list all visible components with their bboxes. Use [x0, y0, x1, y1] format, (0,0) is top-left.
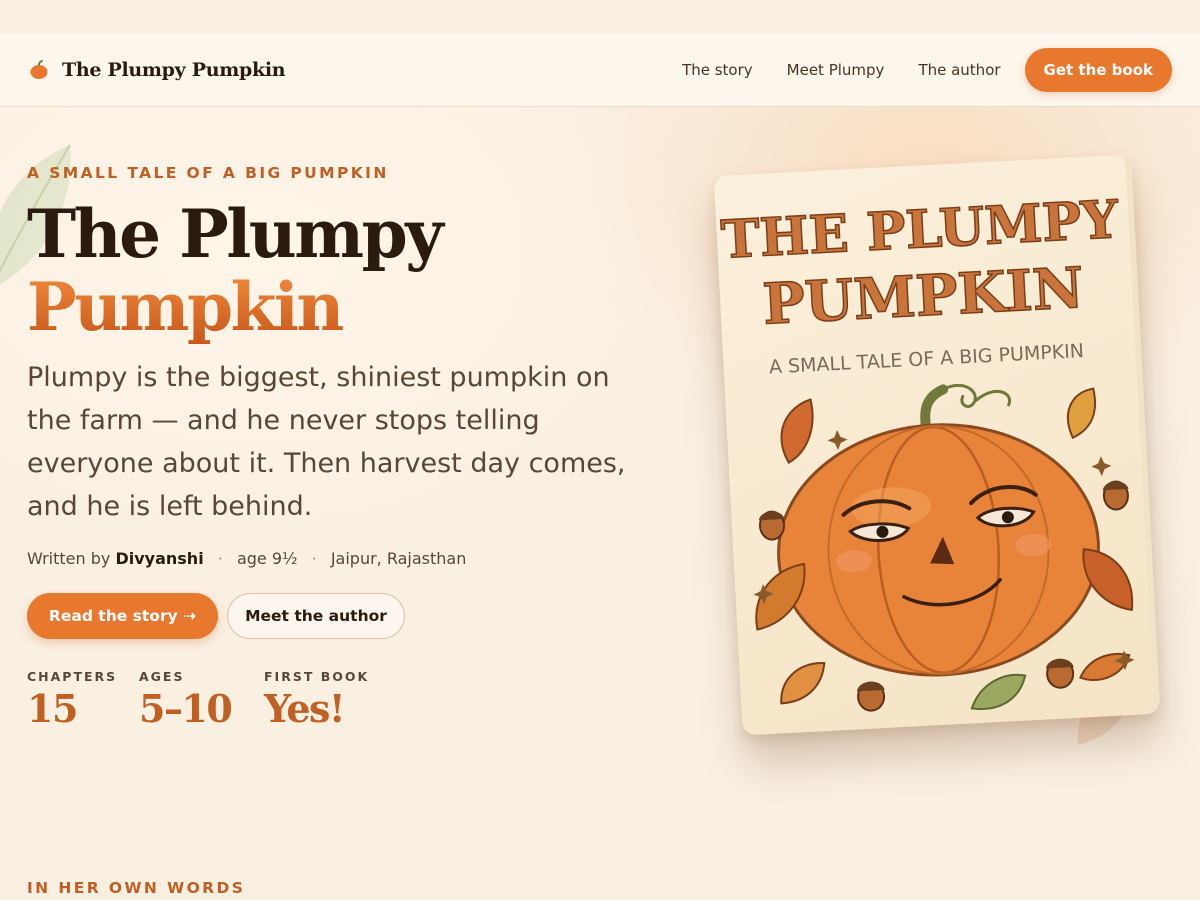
byline-age: age 9½ — [236, 549, 298, 568]
nav-links: The story Meet Plumpy The author Get the… — [648, 33, 1172, 106]
stat-value: 15 — [27, 686, 78, 731]
cover-title-line-2: PUMPKIN — [761, 255, 1085, 338]
stat-value: Yes! — [264, 686, 346, 731]
stat-ages: AGES 5–10 — [139, 669, 233, 733]
byline-prefix: Written by — [27, 549, 111, 568]
get-book-button[interactable]: Get the book — [1024, 47, 1172, 92]
section-eyebrow: IN HER OWN WORDS — [27, 879, 246, 897]
hero-eyebrow: A SMALL TALE OF A BIG PUMPKIN — [27, 164, 389, 182]
book-cover[interactable]: THE PLUMPY PUMPKIN A SMALL TALE OF A BIG… — [713, 154, 1161, 736]
read-story-button[interactable]: Read the story ⇢ — [27, 593, 218, 639]
byline-separator: · — [217, 549, 223, 568]
stat-chapters: CHAPTERS 15 — [27, 669, 117, 733]
stat-value: 5–10 — [139, 686, 233, 731]
book-cover-card: THE PLUMPY PUMPKIN A SMALL TALE OF A BIG… — [713, 154, 1161, 736]
navbar: The Plumpy Pumpkin The story Meet Plumpy… — [0, 33, 1200, 107]
stat-first-book: FIRST BOOK Yes! — [264, 669, 369, 733]
nav-link-author[interactable]: The author — [918, 61, 1000, 79]
stat-label: CHAPTERS — [27, 669, 118, 684]
top-strip — [0, 0, 1200, 33]
brand-logo[interactable]: The Plumpy Pumpkin — [28, 33, 286, 106]
hero-title: The Plumpy Pumpkin — [27, 195, 444, 344]
pumpkin-illustration-icon — [777, 383, 1100, 677]
pumpkin-icon — [30, 59, 48, 79]
cover-subtitle: A SMALL TALE OF A BIG PUMPKIN — [768, 340, 1084, 378]
hero-title-line-2: Pumpkin — [27, 271, 441, 344]
nav-link-meet-plumpy[interactable]: Meet Plumpy — [787, 61, 885, 79]
book-cover-illustration: THE PLUMPY PUMPKIN A SMALL TALE OF A BIG… — [719, 188, 1135, 712]
byline-separator: · — [311, 549, 317, 568]
stat-label: AGES — [139, 669, 185, 684]
byline-location: Jaipur, Rajasthan — [330, 549, 467, 568]
byline-author: Divyanshi — [115, 549, 204, 568]
hero-lead: Plumpy is the biggest, shiniest pumpkin … — [27, 362, 626, 522]
byline: Written by Divyanshi · age 9½ · Jaipur, … — [27, 549, 466, 568]
hero-title-line-1: The Plumpy — [27, 195, 444, 273]
stat-label: FIRST BOOK — [264, 669, 370, 684]
brand-name: The Plumpy Pumpkin — [62, 58, 286, 81]
meet-author-button[interactable]: Meet the author — [227, 593, 405, 639]
nav-link-story[interactable]: The story — [682, 61, 753, 79]
